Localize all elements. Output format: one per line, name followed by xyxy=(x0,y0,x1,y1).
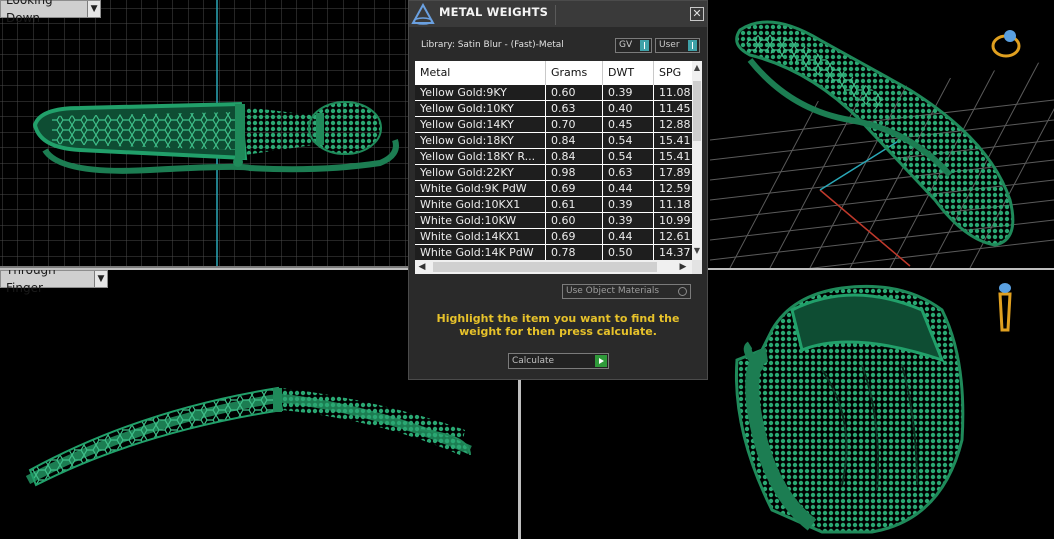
viewport-perspective[interactable] xyxy=(710,0,1054,268)
table-row[interactable]: White Gold:10KX1 0.61 0.39 11.18 xyxy=(415,197,692,213)
cell-dwt: 0.40 xyxy=(603,101,654,116)
cell-grams: 0.61 xyxy=(546,197,603,212)
scroll-right-icon[interactable]: ▶ xyxy=(676,260,690,274)
close-icon[interactable]: ✕ xyxy=(690,7,704,21)
toggle-knob-icon xyxy=(688,40,697,51)
cell-grams: 0.63 xyxy=(546,101,603,116)
table-row[interactable]: White Gold:10KW 0.60 0.39 10.99 xyxy=(415,213,692,229)
cell-metal: White Gold:14K PdW xyxy=(415,245,546,260)
horizontal-scrollbar[interactable]: ◀ ▶ xyxy=(415,260,692,274)
column-header-dwt[interactable]: DWT xyxy=(603,61,654,85)
viewport-label-text: Looking Down xyxy=(6,0,53,25)
cell-metal: Yellow Gold:18KY R... xyxy=(415,149,546,164)
scroll-up-icon[interactable]: ▲ xyxy=(692,63,702,75)
scroll-thumb[interactable] xyxy=(693,81,701,141)
dialog-titlebar[interactable]: METAL WEIGHTS ✕ xyxy=(409,1,707,27)
ring-orientation-icon-side[interactable] xyxy=(992,280,1018,336)
cell-grams: 0.69 xyxy=(546,181,603,196)
scroll-left-icon[interactable]: ◀ xyxy=(415,260,429,274)
chevron-down-icon[interactable]: ▼ xyxy=(87,1,100,17)
calculate-button[interactable]: Calculate xyxy=(508,353,609,369)
cell-metal: White Gold:10KW xyxy=(415,213,546,228)
instruction-text: Highlight the item you want to find the … xyxy=(436,312,680,338)
cell-metal: Yellow Gold:14KY xyxy=(415,117,546,132)
calculate-label: Calculate xyxy=(512,356,555,366)
metal-table[interactable]: Metal Grams DWT SPG Yellow Gold:9KY 0.60 0… xyxy=(415,61,702,260)
cell-dwt: 0.39 xyxy=(603,213,654,228)
viewport-label-text: Through Finger xyxy=(6,270,56,295)
scrollbar-corner xyxy=(692,260,702,274)
ring-orientation-icon[interactable] xyxy=(988,22,1024,62)
cell-metal: Yellow Gold:9KY xyxy=(415,85,546,100)
cell-spg: 11.18 xyxy=(659,198,691,211)
use-object-materials-option[interactable]: Use Object Materials xyxy=(562,284,691,299)
viewport-label-looking-down[interactable]: Looking Down ▼ xyxy=(0,0,101,25)
cell-grams: 0.70 xyxy=(546,117,603,132)
cell-metal: White Gold:10KX1 xyxy=(415,197,546,212)
table-row[interactable]: White Gold:14KX1 0.69 0.44 12.61 xyxy=(415,229,692,245)
library-label: Library: Satin Blur - (Fast)-Metal xyxy=(421,40,564,50)
table-row[interactable]: Yellow Gold:9KY 0.60 0.39 11.08 xyxy=(415,85,692,101)
cell-spg: 11.08 xyxy=(659,86,691,99)
table-row[interactable]: White Gold:14K PdW 0.78 0.50 14.37 xyxy=(415,245,692,260)
table-row[interactable]: Yellow Gold:14KY 0.70 0.45 12.88 xyxy=(415,117,692,133)
radio-icon[interactable] xyxy=(678,287,687,296)
cell-spg: 10.99 xyxy=(659,214,691,227)
user-toggle-label: User xyxy=(659,40,680,50)
use-object-materials-label: Use Object Materials xyxy=(566,286,660,296)
cell-dwt: 0.54 xyxy=(603,133,654,148)
viewport-label-through-finger[interactable]: Through Finger ▼ xyxy=(0,270,108,295)
cell-dwt: 0.54 xyxy=(603,149,654,164)
cell-metal: Yellow Gold:10KY xyxy=(415,101,546,116)
table-row[interactable]: Yellow Gold:22KY 0.98 0.63 17.89 xyxy=(415,165,692,181)
column-header-metal[interactable]: Metal xyxy=(415,61,546,85)
cell-dwt: 0.50 xyxy=(603,245,654,260)
cell-metal: Yellow Gold:18KY xyxy=(415,133,546,148)
user-toggle[interactable]: User xyxy=(655,38,700,53)
table-row[interactable]: Yellow Gold:10KY 0.63 0.40 11.45 xyxy=(415,101,692,117)
gv-toggle-label: GV xyxy=(619,40,633,50)
cell-dwt: 0.44 xyxy=(603,181,654,196)
cell-dwt: 0.39 xyxy=(603,197,654,212)
gv-toggle[interactable]: GV xyxy=(615,38,652,53)
cell-spg: 15.41 xyxy=(659,134,691,147)
cell-grams: 0.98 xyxy=(546,165,603,180)
table-row[interactable]: White Gold:9K PdW 0.69 0.44 12.59 xyxy=(415,181,692,197)
cell-grams: 0.69 xyxy=(546,229,603,244)
cell-spg: 11.45 xyxy=(659,102,691,115)
cell-spg: 17.89 xyxy=(659,166,691,179)
cell-spg: 15.41 xyxy=(659,150,691,163)
play-icon xyxy=(595,355,607,367)
cell-spg: 14.37 xyxy=(659,246,691,259)
table-header: Metal Grams DWT SPG xyxy=(415,61,692,86)
cell-spg: 12.61 xyxy=(659,230,691,243)
table-row[interactable]: Yellow Gold:18KY R... 0.84 0.54 15.41 xyxy=(415,149,692,165)
cell-dwt: 0.45 xyxy=(603,117,654,132)
scroll-down-icon[interactable]: ▼ xyxy=(692,246,702,258)
cell-grams: 0.84 xyxy=(546,133,603,148)
toggle-knob-icon xyxy=(640,40,649,51)
titlebar-divider xyxy=(555,5,556,25)
scroll-thumb[interactable] xyxy=(433,262,657,272)
cell-dwt: 0.39 xyxy=(603,85,654,100)
cell-dwt: 0.63 xyxy=(603,165,654,180)
cell-metal: Yellow Gold:22KY xyxy=(415,165,546,180)
column-header-grams[interactable]: Grams xyxy=(546,61,603,85)
cell-spg: 12.88 xyxy=(659,118,691,131)
vertical-scrollbar[interactable]: ▲ ▼ xyxy=(692,61,702,260)
cell-metal: White Gold:14KX1 xyxy=(415,229,546,244)
cell-grams: 0.84 xyxy=(546,149,603,164)
cell-grams: 0.60 xyxy=(546,213,603,228)
table-row[interactable]: Yellow Gold:18KY 0.84 0.54 15.41 xyxy=(415,133,692,149)
cell-grams: 0.60 xyxy=(546,85,603,100)
dialog-title: METAL WEIGHTS xyxy=(439,5,549,19)
metal-weights-dialog: METAL WEIGHTS ✕ Library: Satin Blur - (F… xyxy=(408,0,708,380)
cell-dwt: 0.44 xyxy=(603,229,654,244)
cell-metal: White Gold:9K PdW xyxy=(415,181,546,196)
cell-grams: 0.78 xyxy=(546,245,603,260)
column-header-spg[interactable]: SPG xyxy=(654,61,692,85)
cell-spg: 12.59 xyxy=(659,182,691,195)
app-logo-icon xyxy=(411,3,435,25)
chevron-down-icon[interactable]: ▼ xyxy=(93,271,107,287)
